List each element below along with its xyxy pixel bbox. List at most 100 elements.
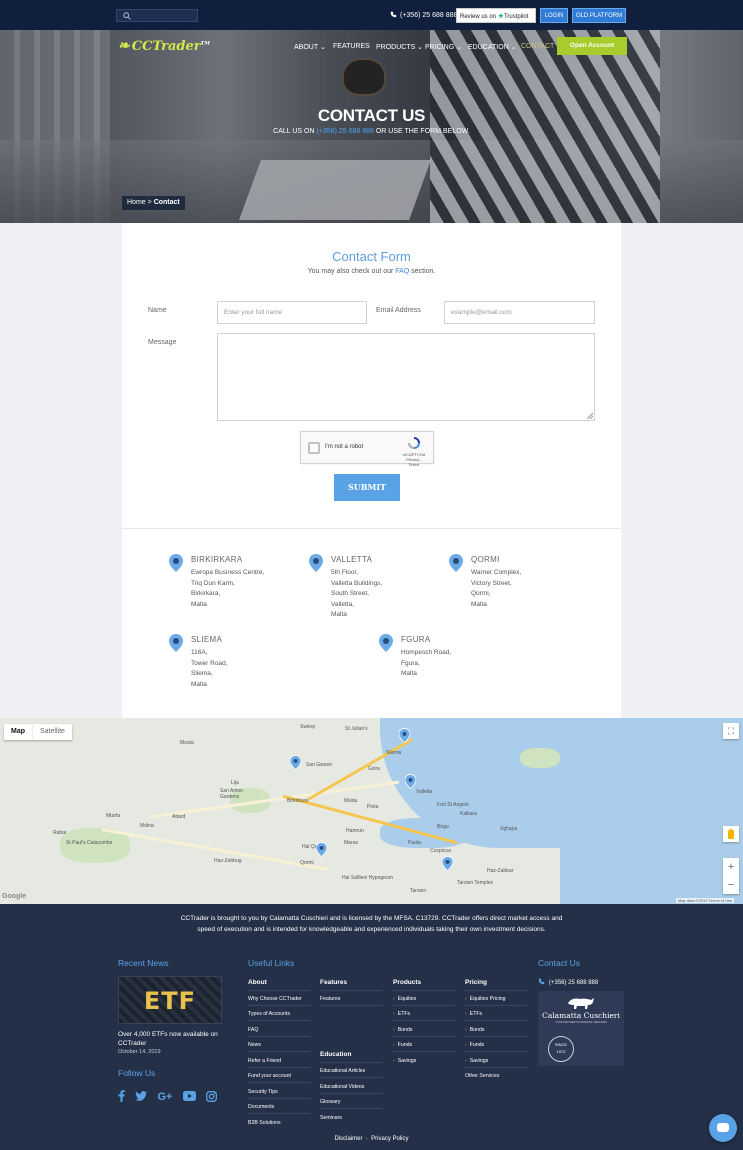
col-divider bbox=[320, 990, 382, 991]
footer-link[interactable]: B2B Solutions bbox=[248, 1120, 281, 1126]
map-attribution[interactable]: Map data ©2019 Terms of Use bbox=[676, 898, 735, 903]
zoom-in-button[interactable]: + bbox=[723, 858, 739, 876]
logo-mark-icon: ❧ bbox=[118, 38, 130, 54]
pegman-icon[interactable] bbox=[723, 826, 739, 842]
footer-link[interactable]: Educational Videos bbox=[320, 1084, 364, 1090]
privacy-policy-link[interactable]: Privacy Policy bbox=[371, 1136, 408, 1142]
footer-link[interactable]: Features bbox=[320, 996, 340, 1002]
footer-link[interactable]: › Savings bbox=[393, 1058, 416, 1064]
message-textarea[interactable] bbox=[217, 333, 595, 421]
footer-link[interactable]: FAQ bbox=[248, 1027, 258, 1033]
map-pin-icon bbox=[379, 634, 393, 652]
search-input[interactable] bbox=[116, 9, 198, 22]
fullscreen-icon[interactable]: ⛶ bbox=[723, 723, 739, 739]
footer-link[interactable]: › Bonds bbox=[465, 1027, 484, 1033]
top-phone[interactable]: (+356) 25 688 888 bbox=[390, 11, 457, 19]
nav-education[interactable]: EDUCATION ⌄ bbox=[468, 43, 517, 51]
office-map[interactable]: Swieqi St Julian's Sliema Mosta San Gwan… bbox=[0, 718, 743, 904]
office-fgura: FGURA Hompesch Road, Fgura, Malta bbox=[379, 634, 511, 680]
cctrader-logo[interactable]: ❧ CCTraderTM bbox=[118, 38, 210, 54]
trustpilot-button[interactable]: Review us on ★Trustpilot bbox=[456, 8, 536, 23]
col-divider bbox=[465, 1020, 527, 1021]
footer-link[interactable]: › ETFs bbox=[465, 1011, 482, 1017]
login-button[interactable]: LOGIN bbox=[540, 8, 568, 23]
instagram-icon[interactable] bbox=[205, 1090, 217, 1104]
follow-us-heading: Follow Us bbox=[118, 1068, 156, 1078]
email-label: Email Address bbox=[376, 307, 421, 314]
nav-features[interactable]: FEATURES bbox=[333, 43, 370, 50]
search-icon[interactable] bbox=[123, 12, 131, 20]
footer-link[interactable]: Documents bbox=[248, 1104, 274, 1110]
hero-phone-link[interactable]: (+356) 25 688 888 bbox=[316, 128, 373, 135]
google-plus-icon[interactable]: G+ bbox=[157, 1091, 172, 1103]
footer-link[interactable]: News bbox=[248, 1042, 261, 1048]
map-label: Valletta bbox=[416, 789, 433, 795]
products-col-heading: Products bbox=[393, 979, 422, 986]
news-thumbnail[interactable]: ETF bbox=[118, 976, 222, 1024]
calamatta-cuschieri-logo[interactable]: Calamatta Cuschieri YOUR PARTNER IN FINA… bbox=[538, 991, 624, 1066]
map-tab-map[interactable]: Map bbox=[4, 724, 32, 740]
map-label: Lija bbox=[231, 780, 239, 786]
nav-pricing[interactable]: PRICING ⌄ bbox=[425, 43, 462, 51]
col-divider bbox=[465, 1036, 527, 1037]
map-marker-icon[interactable] bbox=[290, 755, 301, 770]
recaptcha-checkbox[interactable] bbox=[308, 442, 320, 454]
nav-about[interactable]: ABOUT ⌄ bbox=[294, 43, 326, 51]
footer-link[interactable]: › Funds bbox=[465, 1042, 484, 1048]
nav-contact[interactable]: CONTACT bbox=[521, 43, 554, 50]
map-tab-satellite[interactable]: Satellite bbox=[32, 724, 72, 740]
chat-widget-button[interactable] bbox=[709, 1114, 737, 1142]
footer-link[interactable]: Security Tips bbox=[248, 1089, 278, 1095]
map-marker-icon[interactable] bbox=[442, 856, 453, 871]
footer-link[interactable]: Fund your account bbox=[248, 1073, 291, 1079]
footer-link[interactable]: › ETFs bbox=[393, 1011, 410, 1017]
footer-link[interactable]: › Equities bbox=[393, 996, 416, 1002]
resize-handle-icon[interactable] bbox=[587, 413, 593, 419]
footer-link[interactable]: › Equities Pricing bbox=[465, 996, 506, 1002]
facebook-icon[interactable] bbox=[118, 1090, 125, 1104]
news-title-link[interactable]: Over 4,000 ETFs now available on CCTrade… bbox=[118, 1030, 228, 1048]
map-pin-icon bbox=[309, 554, 323, 572]
col-divider bbox=[465, 1051, 527, 1052]
map-road bbox=[151, 780, 399, 819]
footer-link[interactable]: › Bonds bbox=[393, 1027, 412, 1033]
map-label: Marsa bbox=[344, 840, 358, 846]
faq-link[interactable]: FAQ bbox=[395, 268, 409, 275]
breadcrumb-home[interactable]: Home bbox=[127, 199, 146, 206]
map-marker-icon[interactable] bbox=[316, 842, 327, 857]
footer-link[interactable]: Glossary bbox=[320, 1099, 340, 1105]
chat-icon bbox=[717, 1123, 729, 1132]
email-input[interactable]: example@email.com bbox=[444, 301, 595, 324]
map-marker-icon[interactable] bbox=[405, 774, 416, 789]
col-divider bbox=[248, 1020, 310, 1021]
map-label: Attard bbox=[172, 814, 186, 820]
disclaimer-link[interactable]: Disclaimer bbox=[334, 1136, 362, 1142]
youtube-icon[interactable] bbox=[182, 1091, 196, 1103]
footer-link[interactable]: Refer a Friend bbox=[248, 1058, 281, 1064]
nav-products[interactable]: PRODUCTS ⌄ bbox=[376, 43, 423, 51]
col-divider bbox=[248, 1005, 310, 1006]
footer-link[interactable]: Types of Accounts bbox=[248, 1011, 290, 1017]
footer-link[interactable]: › Funds bbox=[393, 1042, 412, 1048]
footer-phone[interactable]: (+356) 25 688 888 bbox=[538, 978, 598, 986]
submit-button[interactable]: SUBMIT bbox=[334, 474, 400, 501]
footer-link[interactable]: › Savings bbox=[465, 1058, 488, 1064]
footer-link[interactable]: Why Choose CCTrader bbox=[248, 996, 302, 1002]
open-account-button[interactable]: Open Account bbox=[557, 37, 627, 55]
map-label: Tarxien bbox=[410, 888, 427, 894]
recent-news-heading: Recent News bbox=[118, 958, 169, 968]
footer-link[interactable]: Seminars bbox=[320, 1115, 342, 1121]
about-col-heading: About bbox=[248, 979, 267, 986]
zoom-out-button[interactable]: − bbox=[723, 876, 739, 894]
footer-link[interactable]: Other Services bbox=[465, 1073, 499, 1079]
col-divider bbox=[248, 990, 310, 991]
office-sliema: SLIEMA 116A, Tower Road, Sliema, Malta bbox=[169, 634, 301, 690]
map-label: Rabat bbox=[53, 830, 67, 836]
old-platform-button[interactable]: OLD PLATFORM bbox=[572, 8, 626, 23]
footer-link[interactable]: Educational Articles bbox=[320, 1068, 365, 1074]
twitter-icon[interactable] bbox=[135, 1091, 148, 1103]
map-label: Birkirkara bbox=[287, 798, 309, 804]
name-input[interactable]: Enter your full name bbox=[217, 301, 367, 324]
col-divider bbox=[320, 1062, 382, 1063]
map-marker-icon[interactable] bbox=[399, 728, 410, 743]
